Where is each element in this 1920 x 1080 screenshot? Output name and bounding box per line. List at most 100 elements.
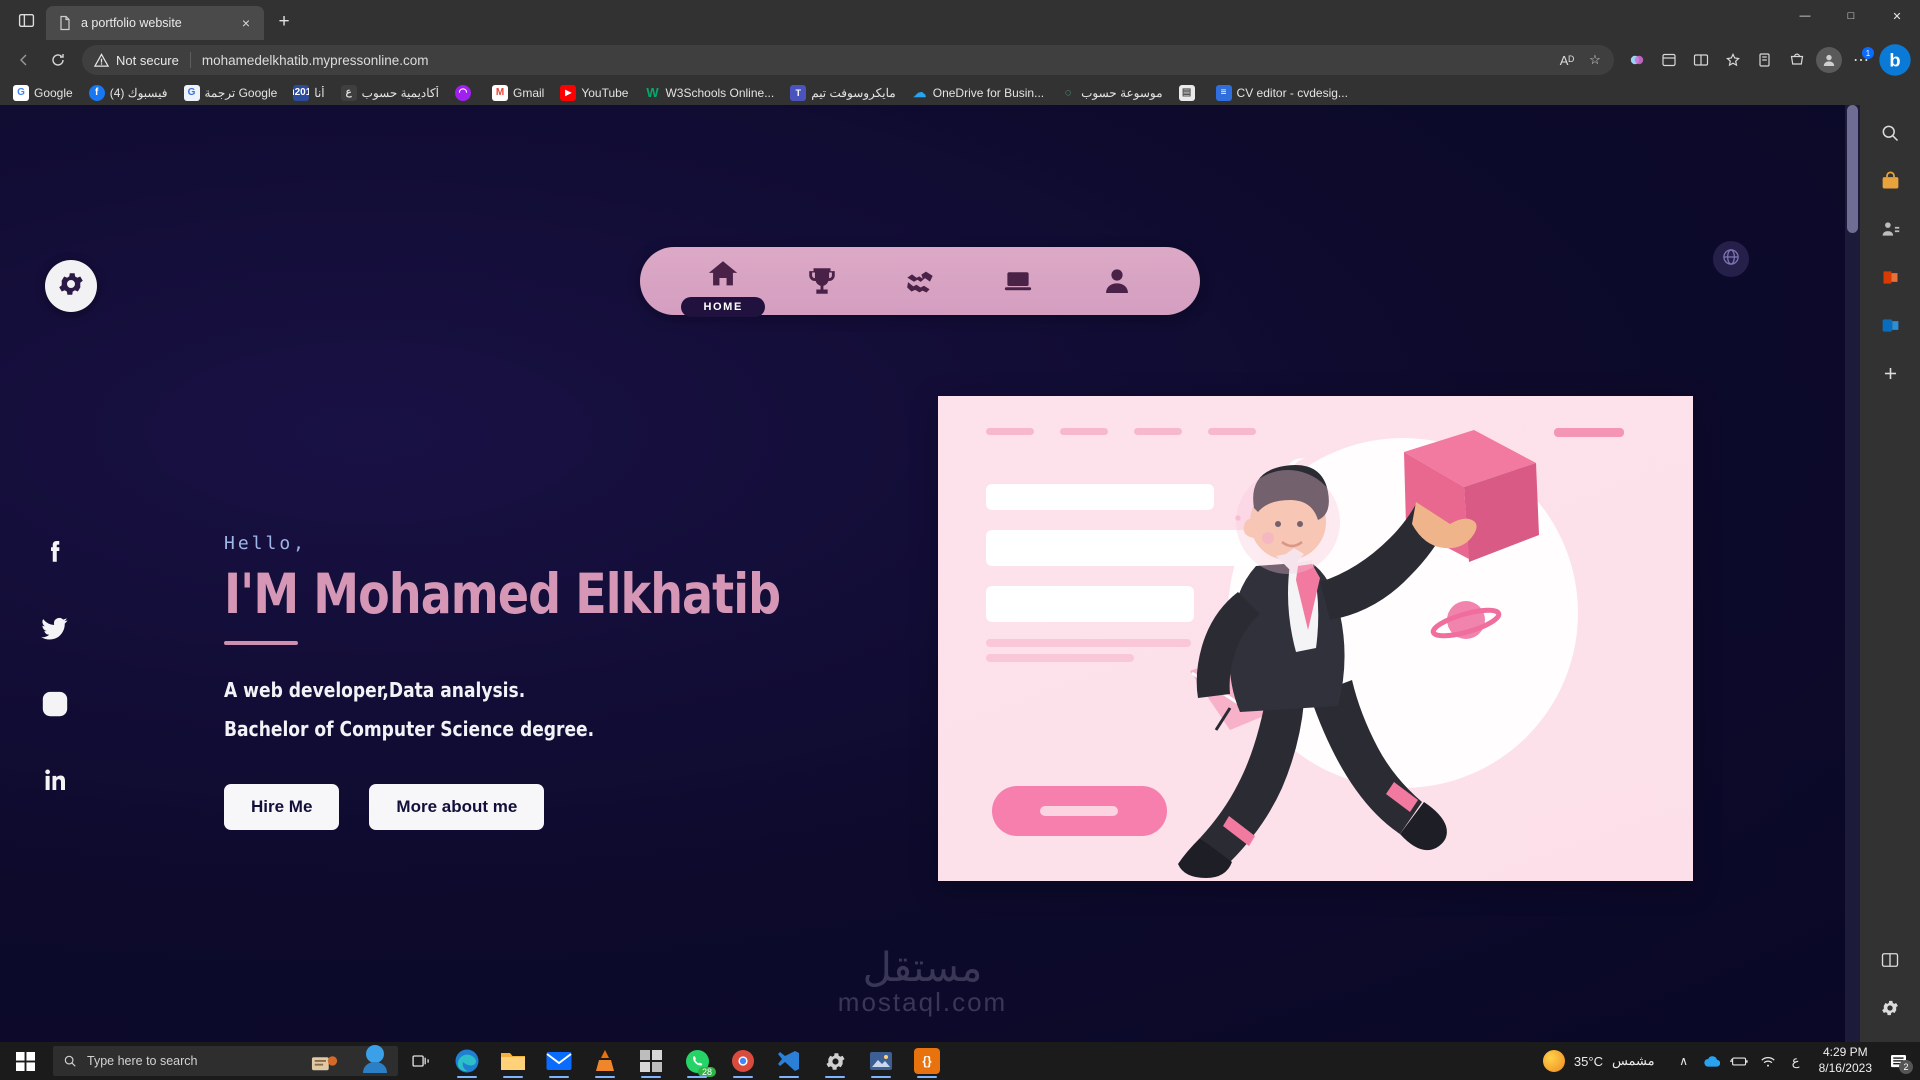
taskbar-app-store[interactable] bbox=[628, 1042, 674, 1080]
close-window-button[interactable]: ✕ bbox=[1874, 0, 1920, 32]
bookmark-label: YouTube bbox=[581, 85, 629, 100]
bookmark-favicon: ع bbox=[340, 84, 357, 101]
facebook-icon[interactable] bbox=[38, 535, 72, 569]
more-about-me-button[interactable]: More about me bbox=[369, 783, 545, 830]
chrome-icon bbox=[730, 1048, 756, 1074]
bookmark-item[interactable]: ع أكاديمية حسوب bbox=[334, 83, 446, 103]
notification-center-button[interactable]: 2 bbox=[1884, 1042, 1913, 1080]
sidebar-office-icon[interactable] bbox=[1872, 259, 1908, 295]
instagram-icon[interactable] bbox=[38, 687, 72, 721]
bookmark-item[interactable]: ◌ موسوعة حسوب bbox=[1053, 83, 1169, 103]
back-button[interactable] bbox=[8, 44, 40, 76]
favorite-icon[interactable]: ☆ bbox=[1582, 47, 1608, 73]
edge-icon bbox=[454, 1048, 480, 1074]
collections-icon[interactable] bbox=[1750, 45, 1780, 75]
favorites-icon[interactable] bbox=[1718, 45, 1748, 75]
portfolio-page: HOME Hello, I'M Mohamed Elkhatib A web d… bbox=[0, 105, 1845, 1042]
hero-illustration bbox=[938, 396, 1693, 881]
nav-item-about[interactable] bbox=[1080, 247, 1154, 315]
collections-split-icon[interactable] bbox=[1654, 45, 1684, 75]
bookmark-label: مايكروسوفت تيم bbox=[811, 85, 896, 100]
twitter-icon[interactable] bbox=[38, 611, 72, 645]
close-icon[interactable]: × bbox=[236, 13, 256, 33]
address-bar[interactable]: Not secure mohamedelkhatib.mypressonline… bbox=[82, 45, 1614, 75]
taskbar-search[interactable]: Type here to search bbox=[53, 1045, 398, 1076]
site-settings-button[interactable] bbox=[45, 260, 97, 312]
hire-me-button[interactable]: Hire Me bbox=[224, 783, 340, 830]
sun-icon bbox=[1542, 1050, 1565, 1072]
maximize-button[interactable]: □ bbox=[1828, 0, 1874, 32]
bookmark-favicon: ▶ bbox=[560, 84, 577, 101]
sidebar-outlook-icon[interactable] bbox=[1872, 307, 1908, 343]
weather-widget[interactable]: 35°C مشمس bbox=[1531, 1050, 1667, 1072]
scrollbar-thumb[interactable] bbox=[1847, 105, 1858, 233]
new-tab-button[interactable]: + bbox=[268, 7, 300, 37]
split-screen-icon[interactable] bbox=[1686, 45, 1716, 75]
language-indicator[interactable]: ع bbox=[1785, 1047, 1807, 1075]
more-options-button[interactable]: ⋯ 1 bbox=[1846, 45, 1876, 75]
taskbar-app-chrome[interactable] bbox=[720, 1042, 766, 1080]
taskbar-app-settings[interactable] bbox=[812, 1042, 858, 1080]
taskbar-clock[interactable]: 4:29 PM 8/16/2023 bbox=[1813, 1045, 1878, 1077]
nav-item-home[interactable]: HOME bbox=[681, 247, 765, 317]
sidebar-layout-icon[interactable] bbox=[1872, 942, 1908, 978]
start-button[interactable] bbox=[0, 1042, 50, 1080]
bookmark-item[interactable]: ▶ YouTube bbox=[553, 83, 635, 103]
taskbar-app-vscode[interactable] bbox=[766, 1042, 812, 1080]
browser-window: a portfolio website × + — □ ✕ Not secure… bbox=[0, 0, 1920, 1042]
taskbar-app-photos[interactable] bbox=[858, 1042, 904, 1080]
bookmark-item[interactable]: G Google ترجمة bbox=[177, 83, 285, 103]
taskbar-app-vlc[interactable] bbox=[582, 1042, 628, 1080]
taskbar-app-file-explorer[interactable] bbox=[490, 1042, 536, 1080]
page-scrollbar[interactable] bbox=[1845, 105, 1860, 1042]
sidebar-settings-icon[interactable] bbox=[1872, 990, 1908, 1026]
browser-essentials-icon[interactable] bbox=[1622, 45, 1652, 75]
battery-icon[interactable] bbox=[1729, 1047, 1751, 1075]
taskbar-app-mail[interactable] bbox=[536, 1042, 582, 1080]
bookmark-item[interactable]: ◠ bbox=[448, 83, 483, 103]
bookmark-item[interactable]: W W3Schools Online... bbox=[637, 83, 781, 103]
watermark-latin: mostaql.com bbox=[837, 987, 1008, 1017]
nav-item-projects[interactable] bbox=[981, 247, 1055, 315]
nav-item-services[interactable] bbox=[883, 247, 957, 315]
taskbar-app-brackets[interactable]: {} bbox=[904, 1042, 950, 1080]
sidebar-shopping-icon[interactable] bbox=[1872, 163, 1908, 199]
clock-date: 8/16/2023 bbox=[1818, 1061, 1872, 1075]
notification-count: 2 bbox=[1899, 1060, 1913, 1074]
copilot-icon[interactable]: b bbox=[1878, 43, 1912, 77]
update-badge: 1 bbox=[1862, 47, 1874, 59]
sidebar-search-icon[interactable] bbox=[1872, 115, 1908, 151]
bookmark-item[interactable]: T مايكروسوفت تيم bbox=[783, 83, 903, 103]
bookmark-item[interactable]: ≡ CV editor - cvdesig... bbox=[1209, 83, 1355, 103]
brackets-icon: {} bbox=[914, 1048, 940, 1074]
show-hidden-icons-button[interactable]: ∧ bbox=[1673, 1047, 1695, 1075]
bookmark-item[interactable]: M Gmail bbox=[485, 83, 551, 103]
bookmark-item[interactable]: ▤ bbox=[1172, 83, 1207, 103]
sidebar-add-icon[interactable] bbox=[1872, 355, 1908, 391]
task-view-button[interactable] bbox=[398, 1042, 444, 1080]
bookmark-item[interactable]: ☁ OneDrive for Busin... bbox=[905, 83, 1051, 103]
shopping-icon[interactable] bbox=[1782, 45, 1812, 75]
bookmark-favicon: f bbox=[88, 84, 105, 101]
refresh-button[interactable] bbox=[42, 44, 74, 76]
nav-item-achievements[interactable] bbox=[785, 247, 859, 315]
browser-tab[interactable]: a portfolio website × bbox=[46, 6, 264, 40]
bookmark-item[interactable]: f فيسبوك (4) bbox=[82, 83, 175, 103]
globe-icon bbox=[1721, 247, 1741, 272]
taskbar-app-whatsapp[interactable]: 28 bbox=[674, 1042, 720, 1080]
tab-title: a portfolio website bbox=[81, 16, 182, 30]
photos-icon bbox=[868, 1048, 894, 1074]
taskbar-app-edge[interactable] bbox=[444, 1042, 490, 1080]
page-globe-button[interactable] bbox=[1713, 241, 1749, 277]
minimize-button[interactable]: — bbox=[1782, 0, 1828, 32]
read-aloud-icon[interactable]: Aᴰ bbox=[1554, 47, 1580, 73]
sidebar-tools-icon[interactable] bbox=[1872, 211, 1908, 247]
onedrive-icon[interactable] bbox=[1701, 1047, 1723, 1075]
bookmark-favicon: ≡ bbox=[1215, 84, 1232, 101]
tab-list-icon[interactable] bbox=[6, 3, 46, 37]
linkedin-icon[interactable] bbox=[38, 763, 72, 797]
bookmark-item[interactable]: G Google bbox=[6, 83, 80, 103]
wifi-icon[interactable] bbox=[1757, 1047, 1779, 1075]
profile-avatar[interactable] bbox=[1814, 45, 1844, 75]
bookmark-item[interactable]: \u2016 أنا bbox=[286, 83, 331, 103]
